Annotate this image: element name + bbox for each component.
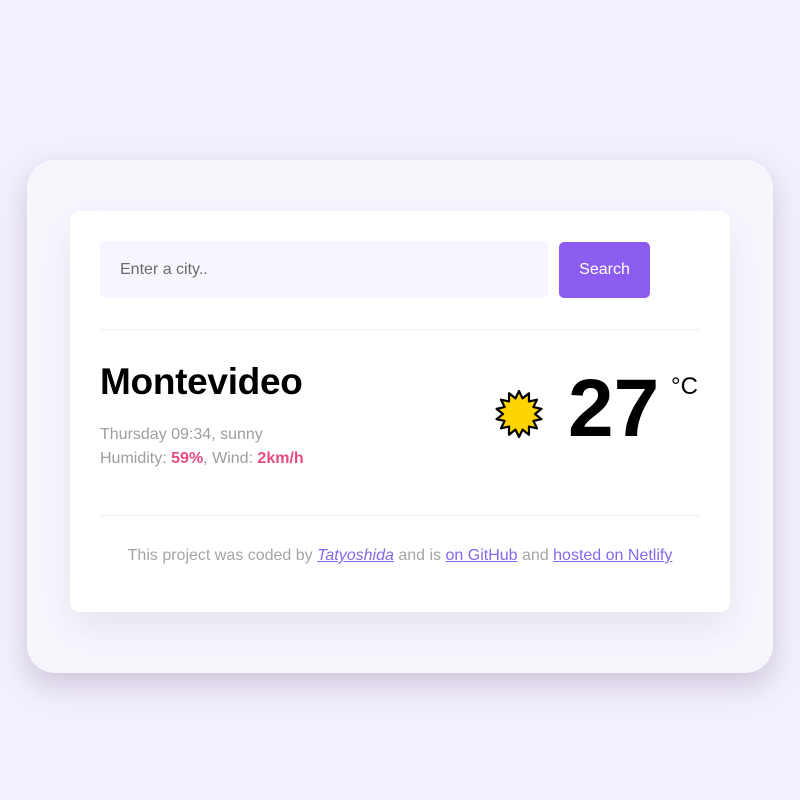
humidity-wind-line: Humidity: 59%, Wind: 2km/h	[100, 450, 304, 467]
divider-bottom	[100, 515, 700, 516]
footer-text-3: and	[522, 547, 549, 564]
date-condition-line: Thursday 09:34, sunny	[100, 426, 263, 443]
footer-text-2: and is	[398, 547, 442, 564]
footer-credits: This project was coded by Tatyoshida and…	[100, 547, 700, 565]
author-link[interactable]: Tatyoshida	[317, 547, 394, 564]
footer-text-1: This project was coded by	[127, 547, 313, 564]
wind-value: 2km/h	[257, 450, 304, 467]
city-search-input[interactable]	[100, 241, 548, 298]
city-name: Montevideo	[100, 361, 303, 402]
humidity-label: Humidity:	[100, 450, 167, 467]
netlify-link[interactable]: hosted on Netlify	[553, 547, 672, 564]
temperature-unit: °C	[671, 373, 698, 400]
weather-app-card: Search Montevideo Thursday 09:34, sunny …	[70, 211, 730, 612]
github-link[interactable]: on GitHub	[446, 547, 518, 564]
weather-condition: sunny	[220, 426, 263, 443]
day-time: Thursday 09:34	[100, 426, 212, 443]
weather-details: Thursday 09:34, sunny Humidity: 59%, Win…	[100, 423, 304, 471]
temperature-value: 27	[568, 363, 660, 454]
humidity-value: 59%	[171, 450, 204, 467]
search-button[interactable]: Search	[559, 242, 650, 298]
sun-icon	[494, 389, 544, 439]
wind-label: Wind:	[212, 450, 253, 467]
divider-top	[100, 329, 700, 330]
